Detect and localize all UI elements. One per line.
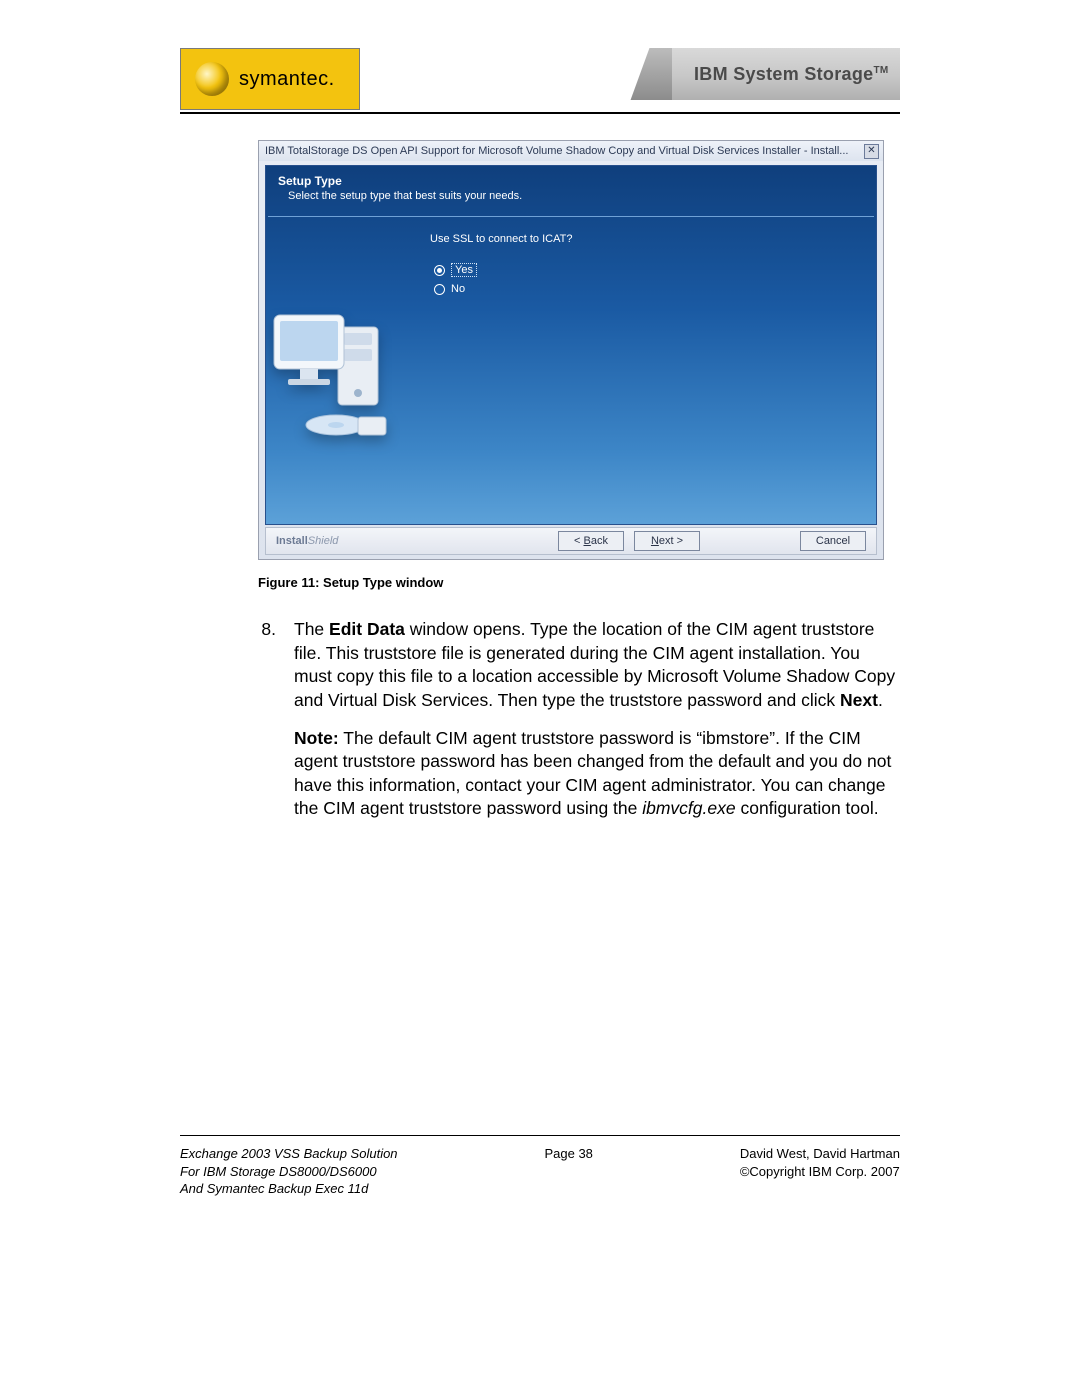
note-text: Note: The default CIM agent truststore p… — [294, 727, 900, 822]
radio-yes[interactable]: Yes — [430, 263, 572, 277]
symantec-logo: symantec. — [180, 48, 360, 110]
footer-left: Exchange 2003 VSS Backup Solution For IB… — [180, 1145, 398, 1198]
symantec-wordmark: symantec. — [239, 68, 335, 91]
ibm-storage-badge: IBM System StorageTM — [640, 48, 900, 100]
page-number: Page 38 — [529, 1145, 609, 1198]
radio-no[interactable]: No — [430, 283, 572, 295]
dialog-title: IBM TotalStorage DS Open API Support for… — [265, 145, 848, 157]
dialog-subheading: Select the setup type that best suits yo… — [266, 190, 876, 216]
step-text: The Edit Data window opens. Type the loc… — [294, 618, 900, 713]
close-icon[interactable]: ✕ — [864, 144, 879, 159]
back-button[interactable]: < Back — [558, 531, 624, 551]
installer-dialog: IBM TotalStorage DS Open API Support for… — [258, 140, 884, 560]
footer-divider — [180, 1135, 900, 1136]
dialog-heading: Setup Type — [266, 166, 876, 190]
installshield-brand: InstallShield — [276, 535, 338, 547]
dialog-titlebar: IBM TotalStorage DS Open API Support for… — [259, 141, 883, 161]
radio-no-label: No — [451, 283, 465, 295]
dialog-footer: InstallShield < Back Next > Cancel — [265, 527, 877, 555]
figure-caption: Figure 11: Setup Type window — [258, 575, 443, 590]
dialog-body: Setup Type Select the setup type that be… — [265, 165, 877, 525]
symantec-icon — [195, 62, 229, 96]
header-divider — [180, 112, 900, 114]
radio-icon — [434, 284, 445, 295]
page-footer: Exchange 2003 VSS Backup Solution For IB… — [180, 1145, 900, 1198]
page-header: symantec. IBM System StorageTM — [180, 48, 900, 110]
computer-illustration-icon — [266, 297, 406, 525]
next-button[interactable]: Next > — [634, 531, 700, 551]
step-number: 8. — [258, 618, 276, 713]
radio-yes-label: Yes — [451, 263, 477, 277]
ibm-storage-text: IBM System StorageTM — [694, 64, 889, 85]
footer-right: David West, David Hartman ©Copyright IBM… — [740, 1145, 900, 1198]
cancel-button[interactable]: Cancel — [800, 531, 866, 551]
ssl-prompt: Use SSL to connect to ICAT? — [430, 233, 572, 245]
body-content: 8. The Edit Data window opens. Type the … — [258, 618, 900, 821]
radio-icon — [434, 265, 445, 276]
